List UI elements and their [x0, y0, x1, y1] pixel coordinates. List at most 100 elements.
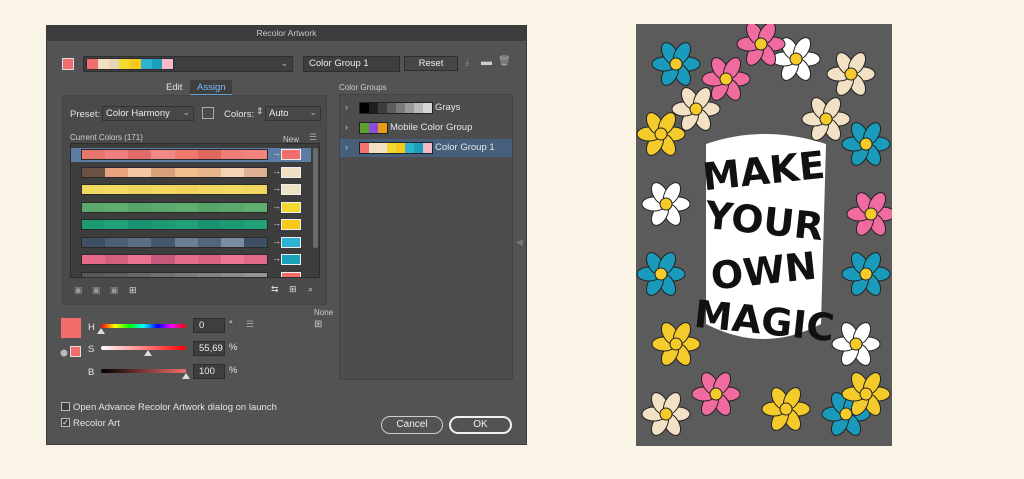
new-color-swatch[interactable] — [281, 236, 301, 248]
hue-slider-thumb[interactable] — [97, 328, 105, 334]
current-color-bar[interactable] — [81, 201, 268, 213]
arrow-right-icon[interactable]: → — [272, 236, 281, 246]
brightness-slider[interactable] — [101, 369, 186, 373]
b-value-field[interactable]: 100 — [193, 364, 225, 379]
chevron-right-icon[interactable]: › — [345, 142, 348, 152]
current-color-bar[interactable] — [81, 271, 268, 277]
chevron-down-icon: ⌄ — [280, 58, 288, 68]
tab-assign-label: Assign — [197, 82, 226, 93]
arrow-right-icon[interactable]: → — [272, 218, 281, 228]
preset-value: Color Harmony — [106, 108, 170, 119]
new-color-swatch[interactable] — [281, 271, 301, 277]
color-groups-list: › Grays › Mobile Color Group › Color Group 1 — [340, 95, 512, 375]
saturation-slider-thumb[interactable] — [144, 350, 153, 356]
collapse-panel-icon[interactable]: ◀ — [516, 237, 523, 248]
color-row[interactable]: → — [71, 253, 311, 267]
tab-assign[interactable]: Assign — [190, 80, 232, 95]
color-group-row[interactable]: › Color Group 1 — [340, 139, 512, 157]
random-order-icon[interactable]: ⇆ — [271, 284, 279, 295]
find-color-icon[interactable]: ⌕ — [308, 284, 313, 295]
current-color-bar[interactable] — [81, 254, 268, 265]
color-row[interactable]: → — [71, 148, 311, 162]
h-label: H — [88, 322, 95, 333]
none-label: None — [314, 308, 334, 317]
arrow-right-icon[interactable]: → — [272, 183, 281, 193]
scrollbar-thumb[interactable] — [313, 148, 318, 248]
chevron-down-icon: ⌄ — [309, 107, 317, 117]
hue-slider[interactable] — [101, 324, 186, 328]
strip-swatch — [108, 59, 120, 69]
color-groups-label: Color Groups — [339, 83, 387, 92]
color-group-swatches — [359, 122, 388, 134]
current-color-bar[interactable] — [81, 149, 268, 160]
color-row[interactable]: → — [71, 201, 311, 215]
b-unit: % — [229, 365, 238, 376]
new-color-swatch[interactable] — [281, 219, 301, 230]
color-group-swatches — [359, 142, 433, 154]
color-row[interactable]: → — [71, 183, 311, 197]
arrow-right-icon[interactable]: → — [272, 253, 281, 263]
color-row[interactable]: → — [71, 271, 311, 278]
color-row[interactable]: → — [71, 218, 311, 232]
menu-icon[interactable]: ☰ — [309, 132, 317, 143]
h-value-field[interactable]: 0 — [193, 318, 225, 333]
new-color-swatch[interactable] — [281, 166, 301, 178]
brightness-slider-thumb[interactable] — [182, 373, 190, 379]
preset-dropdown[interactable]: Color Harmony ⌄ — [102, 106, 194, 121]
s-label: S — [88, 344, 95, 355]
open-advance-checkbox[interactable] — [61, 402, 70, 411]
save-group-icon[interactable]: ⤓ — [465, 57, 469, 68]
color-mode-grid-icon[interactable]: ⊞ — [314, 319, 322, 330]
new-color-swatch[interactable] — [281, 149, 301, 160]
new-color-swatch[interactable] — [281, 201, 301, 213]
arrow-right-icon[interactable]: → — [272, 148, 281, 158]
color-group-row[interactable]: › Grays — [340, 99, 512, 117]
trash-icon[interactable]: 🗑 — [498, 56, 511, 67]
chevron-right-icon[interactable]: › — [345, 122, 348, 132]
color-group-strip-dropdown[interactable]: ⌄ — [83, 56, 293, 72]
small-color-swatch[interactable] — [70, 346, 81, 357]
big-color-swatch[interactable] — [61, 318, 81, 338]
active-color-swatch[interactable] — [62, 58, 74, 70]
tab-edit[interactable]: Edit — [166, 82, 182, 93]
merge-colors-icon[interactable]: ▣ — [74, 285, 83, 296]
ok-button[interactable]: OK — [449, 416, 512, 434]
separate-colors-icon[interactable]: ▣ — [92, 285, 101, 296]
recolor-artwork-dialog: Recolor Artwork ⌄ Color Group 1 Reset ⤓ … — [46, 25, 527, 445]
current-color-bar[interactable] — [81, 166, 268, 178]
open-advance-label: Open Advance Recolor Artwork dialog on l… — [73, 402, 277, 413]
color-row[interactable]: → — [71, 166, 311, 180]
chevron-right-icon[interactable]: › — [345, 102, 348, 112]
cancel-button[interactable]: Cancel — [381, 416, 443, 434]
new-row-icon[interactable]: ⊞ — [129, 285, 137, 296]
arrow-right-icon[interactable]: → — [272, 201, 281, 211]
strip-swatch — [140, 59, 152, 69]
recolor-art-label: Recolor Art — [73, 418, 120, 429]
menu-icon[interactable]: ☰ — [246, 319, 254, 330]
folder-icon[interactable]: ▬ — [481, 56, 492, 68]
color-group-name: Color Group 1 — [435, 142, 495, 153]
arrow-right-icon[interactable]: → — [272, 271, 281, 278]
current-color-bar[interactable] — [81, 236, 268, 248]
reset-button[interactable]: Reset — [404, 56, 458, 71]
strip-swatch — [130, 59, 141, 69]
group-name-field[interactable]: Color Group 1 — [303, 56, 400, 72]
s-value-field[interactable]: 55,69 — [193, 341, 225, 356]
arrow-right-icon[interactable]: → — [272, 166, 281, 176]
color-mode-icon[interactable]: ⬢ — [60, 348, 68, 359]
color-row[interactable]: → — [71, 236, 311, 250]
current-color-bar[interactable] — [81, 219, 268, 230]
current-color-bar[interactable] — [81, 184, 268, 195]
color-group-name: Grays — [435, 102, 461, 113]
stepper-icon[interactable]: ⇕ — [256, 106, 264, 117]
colors-count-dropdown[interactable]: Auto ⌄ — [265, 106, 321, 121]
harmony-rules-icon[interactable] — [202, 107, 214, 119]
dialog-title: Recolor Artwork — [47, 26, 526, 41]
color-group-row[interactable]: › Mobile Color Group — [340, 119, 512, 137]
random-saturation-icon[interactable]: ⊞ — [289, 284, 297, 295]
new-color-swatch[interactable] — [281, 184, 301, 195]
new-color-swatch[interactable] — [281, 254, 301, 265]
recolor-art-checkbox[interactable]: ✓ — [61, 418, 70, 427]
color-group-name: Mobile Color Group — [390, 122, 473, 133]
exclude-colors-icon[interactable]: ▣ — [110, 285, 119, 296]
